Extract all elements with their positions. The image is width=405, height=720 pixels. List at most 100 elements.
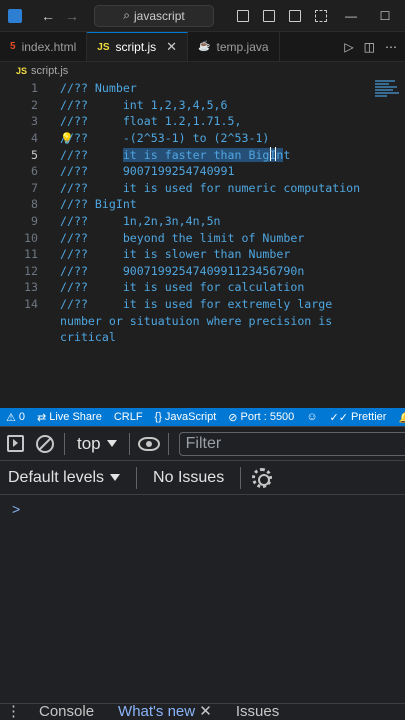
js-file-icon: JS [97,41,110,53]
layout-controls: — ☐ [231,4,405,28]
code-line: 13 //?? it is used for calculation [0,279,405,296]
text-selection: it is faster than BigIn [122,147,284,162]
tab-whats-new[interactable]: What's new ✕ [106,703,224,720]
tab-console[interactable]: Console [27,703,106,720]
chevron-down-icon [110,474,121,481]
console-settings-button[interactable] [245,463,275,493]
port-label: Port : 5500 [240,411,295,423]
clear-console-button[interactable] [30,429,60,459]
menu-icon[interactable] [2,4,26,28]
issues-label: No Issues [153,468,225,486]
code-line: 1 //?? Number [0,80,405,97]
notifications-bell[interactable]: 🔔 [392,411,405,424]
more-actions-icon[interactable]: ⋯ [385,40,397,54]
code-prefix: //?? [60,147,123,162]
close-icon[interactable]: ✕ [199,703,212,720]
code-line: 2 //?? int 1,2,3,4,5,6 [0,97,405,114]
sidebar-toggle-icon [6,435,24,452]
code-line-active: 5 //?? it is faster than BigInt [0,146,405,163]
console-toolbar: top [0,427,405,461]
devtools-console: top Default levels No Issues > ⋮ [0,426,405,720]
divider [128,432,130,455]
tab-label: script.js [115,40,157,54]
braces-icon: {} [154,411,162,423]
live-share-icon: ⇄ [37,411,47,424]
problems-count: 0 [18,411,25,423]
tab-script-js[interactable]: JS script.js ✕ [87,32,189,61]
eol-selector[interactable]: CRLF [108,411,149,423]
issues-counter[interactable]: No Issues [141,469,236,487]
maximize-icon[interactable]: ☐ [369,4,401,28]
console-prompt[interactable]: > [12,501,20,517]
minimize-icon[interactable]: — [335,4,367,28]
toggle-secondary-sidebar-icon[interactable] [283,4,307,28]
divider [240,466,242,489]
show-sidebar-button[interactable] [0,429,30,459]
divider [136,466,138,489]
line-number: 7 [31,180,38,195]
copilot-icon: ☺ [306,411,318,423]
code-line: 12 //?? 9007199254740991123456790n [0,263,405,280]
problems-indicator[interactable]: ⚠ 0 [0,411,31,424]
divider [64,432,65,455]
prettier-button[interactable]: ✓✓ Prettier [324,411,393,424]
divider [167,432,169,455]
context-value: top [77,433,101,453]
close-icon[interactable]: ✕ [166,39,177,55]
code-editor[interactable]: 1 //?? Number 2 //?? int 1,2,3,4,5,6 3 //??… [0,80,405,408]
customize-layout-icon[interactable] [309,4,333,28]
forward-arrow-icon[interactable]: → [60,4,84,28]
line-number: 13 [24,280,38,295]
tab-label: temp.java [216,39,269,54]
warning-icon: ⚠ [6,411,16,424]
live-share-button[interactable]: ⇄ Live Share [31,411,108,424]
drawer-menu-icon[interactable]: ⋮ [0,703,27,720]
tab-temp-java[interactable]: ☕ temp.java [188,32,280,61]
text-cursor-icon [270,147,276,161]
lightbulb-icon[interactable]: 💡 [60,132,74,145]
breadcrumb-file[interactable]: script.js [31,65,68,77]
line-number: 1 [31,81,38,96]
toggle-sidebar-icon[interactable] [231,4,255,28]
gear-icon [252,467,273,488]
html-file-icon: 5 [10,41,16,52]
js-file-icon: JS [16,66,28,76]
run-icon[interactable]: ▷ [344,40,353,54]
code-text: number or situatuion where precision is [60,313,333,328]
eol-label: CRLF [113,411,143,423]
line-number: 14 [24,297,38,312]
app-window: ← → ⌕ javascript — ☐ 5 index.html JS scr… [0,0,405,720]
double-check-icon: ✓✓ [329,411,348,424]
title-bar: ← → ⌕ javascript — ☐ [0,0,405,32]
code-text: //?? float 1.2,1.71.5, [60,114,242,129]
language-mode-selector[interactable]: {} JavaScript [149,411,223,423]
language-label: JavaScript [164,411,217,423]
clear-icon [36,434,54,453]
code-line: 10 //?? beyond the limit of Number [0,229,405,246]
live-share-label: Live Share [49,411,102,423]
js-context-select[interactable]: top [69,434,125,454]
code-text: //?? 9007199254740991 [60,164,235,179]
split-editor-icon[interactable]: ◫ [364,40,375,54]
vscode-logo-icon [8,8,22,23]
tab-label: What's new [118,703,196,720]
filter-input[interactable] [178,431,405,456]
live-server-port[interactable]: ⊘ Port : 5500 [222,411,300,424]
tab-issues[interactable]: Issues [224,703,291,720]
editor-actions: ▷ ◫ ⋯ [344,32,405,61]
tab-label: index.html [21,39,77,54]
live-expression-button[interactable] [134,429,164,459]
status-bar: ⚠ 0 ⇄ Live Share CRLF {} JavaScript ⊘ Po… [0,408,405,426]
tab-index-html[interactable]: 5 index.html [0,32,88,61]
back-arrow-icon[interactable]: ← [36,4,60,28]
code-line: 7 //?? it is used for numeric computation [0,180,405,197]
line-number: 8 [31,197,38,212]
copilot-button[interactable]: ☺ [300,411,323,423]
log-levels-dropdown[interactable]: Default levels [0,469,132,487]
toggle-panel-icon[interactable] [257,4,281,28]
code-line-wrapped: number or situatuion where precision is [0,312,405,329]
command-center-search[interactable]: ⌕ javascript [94,4,214,27]
breadcrumb: JS script.js [0,62,405,80]
console-toolbar-secondary: Default levels No Issues [0,461,405,495]
code-line: 6 //?? 9007199254740991 [0,163,405,180]
